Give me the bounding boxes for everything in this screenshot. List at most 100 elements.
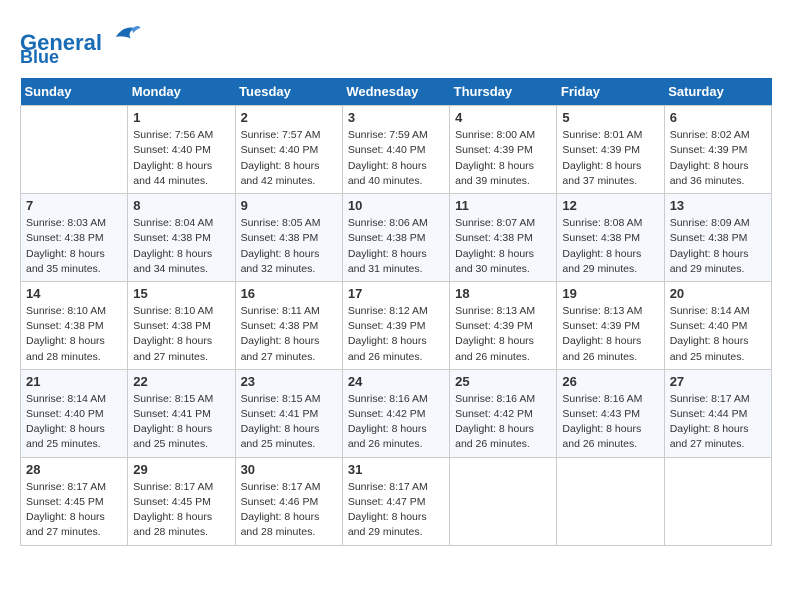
calendar-cell: 3Sunrise: 7:59 AMSunset: 4:40 PMDaylight…	[342, 106, 449, 194]
calendar-cell: 29 Sunrise: 8:17 AMSunset: 4:45 PMDayligh…	[128, 457, 235, 545]
day-info: Sunrise: 8:14 AMSunset: 4:40 PMDaylight:…	[26, 392, 122, 453]
calendar-cell: 7 Sunrise: 8:03 AMSunset: 4:38 PMDaylight…	[21, 194, 128, 282]
calendar-cell	[664, 457, 771, 545]
day-info: Sunrise: 8:00 AMSunset: 4:39 PMDaylight:…	[455, 128, 551, 189]
calendar-cell: 30 Sunrise: 8:17 AMSunset: 4:46 PMDayligh…	[235, 457, 342, 545]
day-info: Sunrise: 8:13 AMSunset: 4:39 PMDaylight:…	[455, 304, 551, 365]
day-number: 10	[348, 198, 444, 213]
day-number: 13	[670, 198, 766, 213]
header-sunday: Sunday	[21, 78, 128, 106]
day-number: 15	[133, 286, 229, 301]
day-info: Sunrise: 8:05 AMSunset: 4:38 PMDaylight:…	[241, 216, 337, 277]
calendar-cell	[557, 457, 664, 545]
day-info: Sunrise: 8:15 AMSunset: 4:41 PMDaylight:…	[241, 392, 337, 453]
day-number: 26	[562, 374, 658, 389]
day-info: Sunrise: 8:06 AMSunset: 4:38 PMDaylight:…	[348, 216, 444, 277]
day-number: 25	[455, 374, 551, 389]
calendar-table: SundayMondayTuesdayWednesdayThursdayFrid…	[20, 78, 772, 545]
day-info: Sunrise: 8:12 AMSunset: 4:39 PMDaylight:…	[348, 304, 444, 365]
calendar-cell: 6 Sunrise: 8:02 AMSunset: 4:39 PMDaylight…	[664, 106, 771, 194]
day-number: 31	[348, 462, 444, 477]
calendar-week-row: 28 Sunrise: 8:17 AMSunset: 4:45 PMDayligh…	[21, 457, 772, 545]
day-info: Sunrise: 8:15 AMSunset: 4:41 PMDaylight:…	[133, 392, 229, 453]
page-header: General Blue	[20, 20, 772, 68]
calendar-cell: 12Sunrise: 8:08 AMSunset: 4:38 PMDayligh…	[557, 194, 664, 282]
day-number: 1	[133, 110, 229, 125]
day-info: Sunrise: 8:17 AMSunset: 4:47 PMDaylight:…	[348, 480, 444, 541]
calendar-cell: 28 Sunrise: 8:17 AMSunset: 4:45 PMDayligh…	[21, 457, 128, 545]
day-number: 14	[26, 286, 122, 301]
day-info: Sunrise: 8:04 AMSunset: 4:38 PMDaylight:…	[133, 216, 229, 277]
calendar-cell: 1 Sunrise: 7:56 AMSunset: 4:40 PMDaylight…	[128, 106, 235, 194]
day-info: Sunrise: 8:07 AMSunset: 4:38 PMDaylight:…	[455, 216, 551, 277]
calendar-week-row: 7 Sunrise: 8:03 AMSunset: 4:38 PMDaylight…	[21, 194, 772, 282]
day-number: 21	[26, 374, 122, 389]
header-wednesday: Wednesday	[342, 78, 449, 106]
calendar-cell: 5 Sunrise: 8:01 AMSunset: 4:39 PMDaylight…	[557, 106, 664, 194]
calendar-cell: 16 Sunrise: 8:11 AMSunset: 4:38 PMDayligh…	[235, 281, 342, 369]
day-info: Sunrise: 8:16 AMSunset: 4:42 PMDaylight:…	[348, 392, 444, 453]
day-number: 29	[133, 462, 229, 477]
day-number: 27	[670, 374, 766, 389]
calendar-cell: 23 Sunrise: 8:15 AMSunset: 4:41 PMDayligh…	[235, 369, 342, 457]
day-info: Sunrise: 8:17 AMSunset: 4:46 PMDaylight:…	[241, 480, 337, 541]
calendar-cell: 17Sunrise: 8:12 AMSunset: 4:39 PMDayligh…	[342, 281, 449, 369]
calendar-cell: 31 Sunrise: 8:17 AMSunset: 4:47 PMDayligh…	[342, 457, 449, 545]
day-info: Sunrise: 8:16 AMSunset: 4:42 PMDaylight:…	[455, 392, 551, 453]
day-info: Sunrise: 8:17 AMSunset: 4:45 PMDaylight:…	[133, 480, 229, 541]
calendar-cell: 26Sunrise: 8:16 AMSunset: 4:43 PMDayligh…	[557, 369, 664, 457]
day-number: 3	[348, 110, 444, 125]
day-number: 5	[562, 110, 658, 125]
day-info: Sunrise: 7:56 AMSunset: 4:40 PMDaylight:…	[133, 128, 229, 189]
day-info: Sunrise: 8:03 AMSunset: 4:38 PMDaylight:…	[26, 216, 122, 277]
calendar-cell: 2Sunrise: 7:57 AMSunset: 4:40 PMDaylight…	[235, 106, 342, 194]
calendar-cell: 27 Sunrise: 8:17 AMSunset: 4:44 PMDayligh…	[664, 369, 771, 457]
day-info: Sunrise: 8:13 AMSunset: 4:39 PMDaylight:…	[562, 304, 658, 365]
day-number: 28	[26, 462, 122, 477]
calendar-cell: 19Sunrise: 8:13 AMSunset: 4:39 PMDayligh…	[557, 281, 664, 369]
calendar-cell: 10 Sunrise: 8:06 AMSunset: 4:38 PMDayligh…	[342, 194, 449, 282]
header-saturday: Saturday	[664, 78, 771, 106]
day-number: 16	[241, 286, 337, 301]
header-monday: Monday	[128, 78, 235, 106]
calendar-cell: 9 Sunrise: 8:05 AMSunset: 4:38 PMDaylight…	[235, 194, 342, 282]
day-number: 12	[562, 198, 658, 213]
day-number: 11	[455, 198, 551, 213]
calendar-cell	[450, 457, 557, 545]
calendar-week-row: 1 Sunrise: 7:56 AMSunset: 4:40 PMDaylight…	[21, 106, 772, 194]
day-info: Sunrise: 8:01 AMSunset: 4:39 PMDaylight:…	[562, 128, 658, 189]
day-info: Sunrise: 8:17 AMSunset: 4:44 PMDaylight:…	[670, 392, 766, 453]
calendar-cell: 14Sunrise: 8:10 AMSunset: 4:38 PMDayligh…	[21, 281, 128, 369]
day-number: 30	[241, 462, 337, 477]
calendar-cell: 11 Sunrise: 8:07 AMSunset: 4:38 PMDayligh…	[450, 194, 557, 282]
logo: General Blue	[20, 20, 142, 68]
day-info: Sunrise: 8:09 AMSunset: 4:38 PMDaylight:…	[670, 216, 766, 277]
calendar-week-row: 21 Sunrise: 8:14 AMSunset: 4:40 PMDayligh…	[21, 369, 772, 457]
day-number: 22	[133, 374, 229, 389]
day-number: 7	[26, 198, 122, 213]
header-friday: Friday	[557, 78, 664, 106]
day-number: 9	[241, 198, 337, 213]
day-info: Sunrise: 7:57 AMSunset: 4:40 PMDaylight:…	[241, 128, 337, 189]
day-number: 4	[455, 110, 551, 125]
day-number: 24	[348, 374, 444, 389]
calendar-cell: 15 Sunrise: 8:10 AMSunset: 4:38 PMDayligh…	[128, 281, 235, 369]
calendar-cell: 13 Sunrise: 8:09 AMSunset: 4:38 PMDayligh…	[664, 194, 771, 282]
day-info: Sunrise: 8:17 AMSunset: 4:45 PMDaylight:…	[26, 480, 122, 541]
calendar-cell: 4 Sunrise: 8:00 AMSunset: 4:39 PMDaylight…	[450, 106, 557, 194]
day-number: 20	[670, 286, 766, 301]
calendar-cell: 21 Sunrise: 8:14 AMSunset: 4:40 PMDayligh…	[21, 369, 128, 457]
day-number: 23	[241, 374, 337, 389]
logo-bird-icon	[112, 20, 142, 50]
day-info: Sunrise: 8:11 AMSunset: 4:38 PMDaylight:…	[241, 304, 337, 365]
calendar-header-row: SundayMondayTuesdayWednesdayThursdayFrid…	[21, 78, 772, 106]
day-number: 6	[670, 110, 766, 125]
day-info: Sunrise: 8:10 AMSunset: 4:38 PMDaylight:…	[133, 304, 229, 365]
calendar-cell: 24 Sunrise: 8:16 AMSunset: 4:42 PMDayligh…	[342, 369, 449, 457]
calendar-cell: 20Sunrise: 8:14 AMSunset: 4:40 PMDayligh…	[664, 281, 771, 369]
calendar-cell: 25 Sunrise: 8:16 AMSunset: 4:42 PMDayligh…	[450, 369, 557, 457]
day-number: 8	[133, 198, 229, 213]
day-number: 18	[455, 286, 551, 301]
day-info: Sunrise: 8:02 AMSunset: 4:39 PMDaylight:…	[670, 128, 766, 189]
calendar-cell: 8 Sunrise: 8:04 AMSunset: 4:38 PMDaylight…	[128, 194, 235, 282]
